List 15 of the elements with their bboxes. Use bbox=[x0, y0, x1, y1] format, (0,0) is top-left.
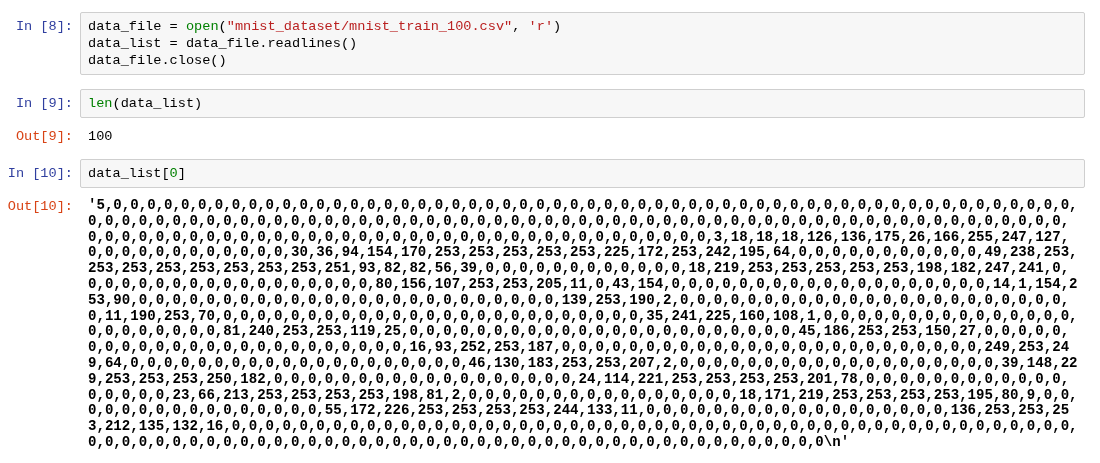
code-cell[interactable]: data_file = open("mnist_dataset/mnist_train_100.csv", 'r') data_list = data_file.readlines() data_file.close() bbox=[80, 12, 1085, 75]
code-line: data_file = open("mnist_dataset/mnist_train_100.csv", 'r') bbox=[88, 18, 562, 35]
code-line: data_list[0] bbox=[88, 165, 186, 182]
code-line: data_list = data_file.readlines() bbox=[88, 35, 358, 52]
code-cell[interactable]: len(data_list) bbox=[80, 89, 1085, 118]
output-text: '5,0,0,0,0,0,0,0,0,0,0,0,0,0,0,0,0,0,0,0,0,0,0,0,0,0,0,0,0,0,0,0,0,0,0,0,0,0,0,0,0,0,0,0,0,0,0,0,0,0,0,0,0,0,0,0,0,0,0,0,0,0,0,0,0,0,0,0,0,0,0,0,0,0,0,0,0,0,0,0,0,0,0,0,0,0,0,0,0,0,0,0,0,0,0,0,0,0,0,0,0,0,0,0,0,0,0,0,0,0,0,0,0,0,0,0,0,0,0,0,0,0,0,0,0,0,0,0,0,0,0,0,0,0,0,0,0,0,0,0,0,0,0,0,0,0,0,0,0,0,0,0,0,3,18,18,18,126,136,175,26,166,255,247,127,0,0,0,0,0,0,0,0,0,0,0,0,30,36,94,154,170,253,253,253,253,253,225,172,253,242,195,64,0,0,0,0,0,0,0,0,0,0,0,49,238,253,253,253,253,253,253,253,253,251,93,82,82,56,39,0,0,0,0,0,0,0,0,0,0,0,0,18,219,253,253,253,253,253,198,182,247,241,0,0,0,0,0,0,0,0,0,0,0,0,0,0,0,0,0,0,80,156,107,253,253,205,11,0,43,154,0,0,0,0,0,0,0,0,0,0,0,0,0,0,0,0,0,0,0,14,1,154,253,90,0,0,0,0,0,0,0,0,0,0,0,0,0,0,0,0,0,0,0,0,0,0,0,0,0,139,253,190,2,0,0,0,0,0,0,0,0,0,0,0,0,0,0,0,0,0,0,0,0,0,0,0,0,11,190,253,70,0,0,0,0,0,0,0,0,0,0,0,0,0,0,0,0,0,0,0,0,0,0,0,0,0,35,241,225,160,108,1,0,0,0,0,0,0,0,0,0,0,0,0,0,0,0,0,0,0,0,0,0,0,0,81,240,253,253,119,25,0,0,0,0,0,0,0,0,0,0,0,0,0,0,0,0,0,0,0,0,0,0,0,45,186,253,253,150,27,0,0,0,0,0,0,0,0,0,0,0,0,0,0,0,0,0,0,0,0,0,0,0,0,16,93,252,253,187,0,0,0,0,0,0,0,0,0,0,0,0,0,0,0,0,0,0,0,0,0,0,0,0,0,249,253,249,64,0,0,0,0,0,0,0,0,0,0,0,0,0,0,0,0,0,0,0,0,46,130,183,253,253,207,2,0,0,0,0,0,0,0,0,0,0,0,0,0,0,0,0,0,0,0,39,148,229,253,253,253,250,182,0,0,0,0,0,0,0,0,0,0,0,0,0,0,0,0,0,0,24,114,221,253,253,253,253,201,78,0,0,0,0,0,0,0,0,0,0,0,0,0,0,0,0,0,23,66,213,253,253,253,253,198,81,2,0,0,0,0,0,0,0,0,0,0,0,0,0,0,0,0,18,171,219,253,253,253,253,195,80,9,0,0,0,0,0,0,0,0,0,0,0,0,0,0,0,0,55,172,226,253,253,253,253,244,133,11,0,0,0,0,0,0,0,0,0,0,0,0,0,0,0,0,0,0,136,253,253,253,212,135,132,16,0,0,0,0,0,0,0,0,0,0,0,0,0,0,0,0,0,0,0,0,0,0,0,0,0,0,0,0,0,0,0,0,0,0,0,0,0,0,0,0,0,0,0,0,0,0,0,0,0,0,0,0,0,0,0,0,0,0,0,0,0,0,0,0,0,0,0,0,0,0,0,0,0,0,0,0,0,0,0,0,0,0,0,0,0,0,0,0,0,0,0,0,0,0\n' bbox=[87, 198, 1079, 451]
code-line: data_file.close() bbox=[88, 52, 227, 69]
input-prompt: In [8]: bbox=[14, 18, 74, 35]
input-prompt: In [10]: bbox=[6, 165, 74, 182]
output-prompt: Out[10]: bbox=[6, 198, 74, 215]
code-line: len(data_list) bbox=[88, 95, 203, 112]
code-cell[interactable]: data_list[0] bbox=[80, 159, 1085, 188]
output-prompt: Out[9]: bbox=[14, 128, 74, 145]
output-text: 100 bbox=[87, 128, 113, 145]
input-prompt: In [9]: bbox=[14, 95, 74, 112]
